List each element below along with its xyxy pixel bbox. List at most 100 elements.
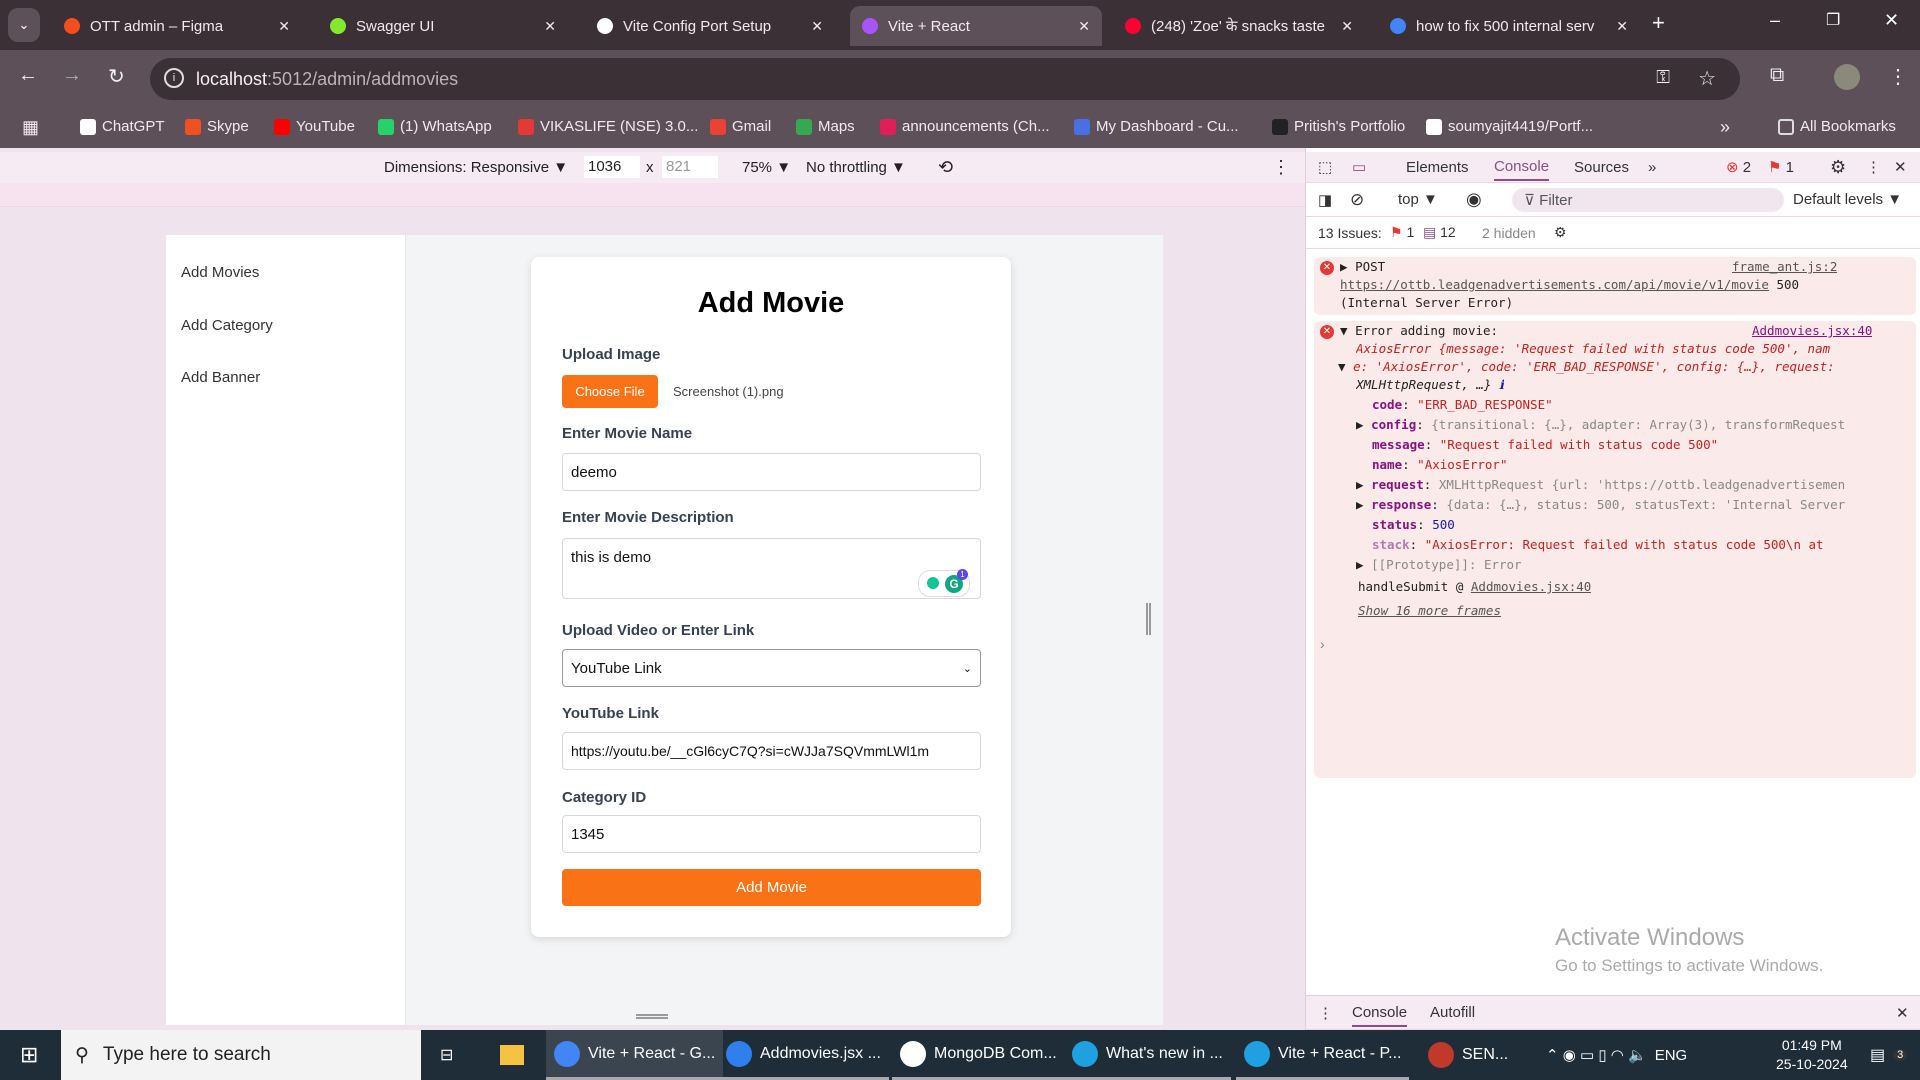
bookmark-item[interactable]: My Dashboard - Cu...: [1074, 118, 1239, 135]
close-tab-icon[interactable]: ✕: [544, 18, 556, 35]
axios-summary-2[interactable]: ▼ e: 'AxiosError', code: 'ERR_BAD_RESPON…: [1338, 357, 1898, 377]
bookmark-item[interactable]: Skype: [185, 118, 249, 135]
taskbar-app[interactable]: Vite + React - P...: [1236, 1030, 1410, 1080]
filter-input[interactable]: ⊽ Filter: [1512, 188, 1784, 212]
viewport-bottom-resize-handle[interactable]: [636, 1014, 668, 1019]
drawer-tab-autofill[interactable]: Autofill: [1430, 1004, 1475, 1021]
choose-file-button[interactable]: Choose File: [562, 375, 658, 408]
bookmark-star-icon[interactable]: ☆: [1698, 66, 1716, 91]
movie-name-input[interactable]: deemo: [562, 453, 981, 491]
throttling-dropdown[interactable]: No throttling ▼: [806, 159, 906, 176]
settings-gear-icon[interactable]: ⚙: [1830, 157, 1846, 178]
browser-tab[interactable]: Vite Config Port Setup ✕: [585, 6, 835, 46]
console-prompt[interactable]: ›: [1320, 636, 1325, 652]
live-expression-eye-icon[interactable]: ◉: [1466, 189, 1482, 210]
bookmark-item[interactable]: announcements (Ch...: [880, 118, 1050, 135]
taskbar-app[interactable]: Addmovies.jsx ...: [718, 1030, 889, 1080]
prop-prototype[interactable]: ▶ [[Prototype]]: Error: [1356, 555, 1522, 575]
grammarly-widget[interactable]: G 1: [918, 569, 970, 597]
addmovies-source-link[interactable]: Addmovies.jsx:40: [1752, 321, 1872, 341]
frame-ant-source-link[interactable]: frame_ant.js:2: [1732, 257, 1837, 277]
sidebar-item-add-movies[interactable]: Add Movies: [181, 264, 259, 281]
menu-icon[interactable]: ⋮: [1888, 64, 1908, 89]
dimensions-dropdown[interactable]: Dimensions: Responsive ▼: [384, 159, 568, 176]
sidebar-toggle-icon[interactable]: ◨: [1318, 191, 1332, 209]
log-levels-dropdown[interactable]: Default levels ▼: [1793, 191, 1902, 208]
all-bookmarks[interactable]: All Bookmarks: [1778, 118, 1896, 135]
drawer-tab-console[interactable]: Console: [1352, 1004, 1408, 1027]
video-source-select[interactable]: YouTube Link ⌄: [562, 649, 981, 687]
close-tab-icon[interactable]: ✕: [278, 18, 290, 35]
browser-tab[interactable]: (248) 'Zoe' के snacks taste ✕: [1113, 6, 1365, 46]
browser-tab[interactable]: Vite + React ✕: [850, 6, 1102, 46]
profile-avatar[interactable]: [1834, 64, 1860, 90]
more-tabs-button[interactable]: »: [1648, 159, 1656, 176]
bookmark-item[interactable]: (1) WhatsApp: [378, 118, 492, 135]
issues-error-count[interactable]: ⚑ 1: [1390, 224, 1414, 241]
taskbar-app[interactable]: What's new in ...: [1064, 1030, 1231, 1080]
youtube-link-input[interactable]: https://youtu.be/__cGl6cyC7Q?si=cWJJa7SQ…: [562, 732, 981, 770]
close-tab-icon[interactable]: ✕: [1341, 18, 1353, 35]
issue-count-badge[interactable]: ⚑ 1: [1768, 158, 1794, 176]
request-url-link[interactable]: https://ottb.leadgenadvertisements.com/a…: [1340, 277, 1769, 292]
extensions-icon[interactable]: ⧉: [1770, 64, 1784, 87]
sidebar-item-add-category[interactable]: Add Category: [181, 317, 273, 334]
bookmark-item[interactable]: soumyajit4419/Portf...: [1426, 118, 1593, 135]
taskbar-app[interactable]: SEN...: [1420, 1030, 1516, 1080]
category-id-input[interactable]: 1345: [562, 815, 981, 853]
context-dropdown[interactable]: top ▼: [1398, 191, 1438, 208]
new-tab-button[interactable]: +: [1652, 10, 1665, 36]
post-line[interactable]: ▶ POST: [1340, 257, 1385, 277]
taskbar-app[interactable]: Vite + React - G...: [546, 1030, 724, 1080]
drawer-menu-icon[interactable]: ⋮: [1318, 1004, 1333, 1022]
handler-source-link[interactable]: Addmovies.jsx:40: [1471, 579, 1591, 594]
viewport-resize-handle[interactable]: [1146, 603, 1151, 635]
info-icon[interactable]: ℹ: [1499, 377, 1504, 392]
device-toolbar-more-icon[interactable]: ⋮: [1272, 157, 1290, 178]
bookmark-item[interactable]: Maps: [796, 118, 855, 135]
prop-config[interactable]: ▶ config: {transitional: {…}, adapter: A…: [1356, 415, 1896, 435]
site-info-icon[interactable]: i: [164, 68, 184, 88]
rotate-icon[interactable]: ⟲: [938, 157, 953, 178]
tab-sources[interactable]: Sources: [1574, 159, 1629, 176]
start-button[interactable]: ⊞: [12, 1030, 46, 1080]
sidebar-item-add-banner[interactable]: Add Banner: [181, 369, 260, 386]
system-tray[interactable]: ⌃ ◉ ▭ ▯ ◠ 🔈 ENG: [1538, 1030, 1695, 1080]
issues-settings-icon[interactable]: ⚙: [1554, 224, 1567, 241]
minimize-button[interactable]: –: [1770, 10, 1780, 31]
clear-console-icon[interactable]: ⊘: [1350, 190, 1364, 210]
task-view-icon[interactable]: ⊟: [432, 1030, 461, 1080]
inspect-element-icon[interactable]: ⬚: [1318, 158, 1332, 176]
close-tab-icon[interactable]: ✕: [1078, 18, 1090, 35]
reload-button[interactable]: ↻: [108, 64, 125, 89]
bookmark-item[interactable]: YouTube: [274, 118, 355, 135]
address-bar[interactable]: i localhost:5012/admin/addmovies ⚿ ☆: [150, 58, 1740, 100]
tab-elements[interactable]: Elements: [1406, 159, 1469, 176]
height-input[interactable]: 821: [662, 156, 718, 178]
issues-info-count[interactable]: ▤ 12: [1423, 224, 1456, 241]
close-tab-icon[interactable]: ✕: [1616, 18, 1628, 35]
close-tab-icon[interactable]: ✕: [811, 18, 823, 35]
apps-grid-icon[interactable]: ▦: [22, 117, 39, 138]
bookmark-item[interactable]: Gmail: [710, 118, 771, 135]
add-movie-submit-button[interactable]: Add Movie: [562, 869, 981, 906]
forward-button[interactable]: →: [62, 64, 82, 87]
close-window-button[interactable]: ✕: [1884, 10, 1899, 31]
restore-button[interactable]: ❐: [1826, 10, 1840, 30]
devtools-more-icon[interactable]: ⋮: [1866, 158, 1881, 176]
browser-tab[interactable]: how to fix 500 internal serv ✕: [1378, 6, 1640, 46]
tab-search-button[interactable]: ⌄: [8, 8, 40, 42]
bookmark-item[interactable]: VIKASLIFE (NSE) 3.0...: [518, 118, 698, 135]
taskbar-search-box[interactable]: ⚲ Type here to search: [61, 1030, 421, 1080]
zoom-dropdown[interactable]: 75% ▼: [742, 159, 791, 176]
file-explorer-icon[interactable]: [492, 1030, 532, 1080]
error-count-badge[interactable]: ⊗ 2: [1726, 158, 1751, 176]
password-key-icon[interactable]: ⚿: [1656, 67, 1670, 88]
browser-tab[interactable]: Swagger UI ✕: [318, 6, 568, 46]
close-drawer-icon[interactable]: ✕: [1896, 1004, 1909, 1022]
width-input[interactable]: 1036: [584, 156, 640, 178]
error-title[interactable]: ▼ Error adding movie:: [1340, 321, 1498, 341]
bookmark-item[interactable]: ChatGPT: [80, 118, 165, 135]
back-button[interactable]: ←: [18, 64, 38, 87]
browser-tab[interactable]: OTT admin – Figma ✕: [52, 6, 302, 46]
